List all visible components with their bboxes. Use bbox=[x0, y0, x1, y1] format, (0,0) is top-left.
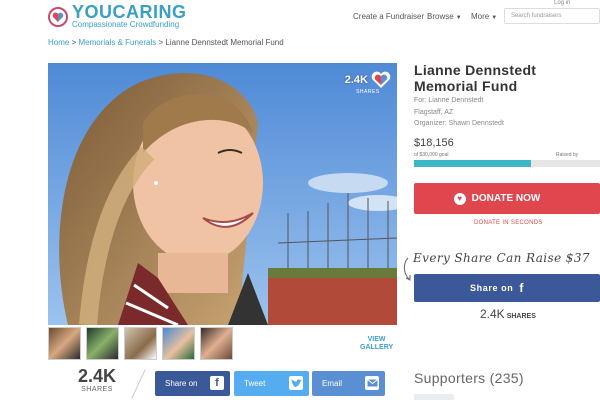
view-gallery-line1: VIEW bbox=[367, 336, 386, 343]
share-count-label: SHARES bbox=[81, 386, 113, 393]
site-logo[interactable]: YOUCARING Compassionate Crowdfunding bbox=[48, 2, 187, 30]
share-on-facebook-button[interactable]: Share on f bbox=[414, 274, 600, 302]
facebook-icon: f bbox=[210, 376, 224, 390]
search-input[interactable]: Search fundraisers bbox=[504, 8, 600, 24]
donate-now-button[interactable]: ♥ DONATE NOW bbox=[414, 183, 600, 214]
photo-share-badge: 2.4K SHARES bbox=[345, 71, 391, 95]
share-count-number: 2.4K bbox=[77, 366, 117, 386]
heart-logo-icon bbox=[48, 7, 68, 27]
fundraiser-title-line1: Lianne Dennstedt bbox=[414, 62, 537, 78]
nav-more-label: More bbox=[471, 12, 490, 21]
progress-fill bbox=[414, 160, 532, 167]
view-gallery-link[interactable]: VIEW GALLERY bbox=[360, 336, 393, 352]
gallery-thumbnail[interactable] bbox=[200, 327, 233, 360]
tweet-label: Tweet bbox=[244, 379, 266, 388]
gallery-thumbnail[interactable] bbox=[162, 327, 195, 360]
breadcrumb: Home > Memorials & Funerals > Lianne Den… bbox=[48, 38, 284, 47]
amount-raised: $18,156 bbox=[414, 137, 454, 149]
gallery-thumbnail[interactable] bbox=[86, 327, 119, 360]
location: Flagstaff, AZ bbox=[414, 109, 454, 116]
login-link[interactable]: Log in bbox=[554, 0, 570, 6]
raised-by-label: Raised by bbox=[556, 152, 579, 158]
facebook-icon: f bbox=[519, 281, 524, 295]
donate-note: DONATE IN SECONDS bbox=[474, 220, 543, 226]
email-share-button[interactable]: Email bbox=[312, 371, 385, 396]
nav-more[interactable]: More ▼ bbox=[471, 12, 497, 21]
email-share-label: Email bbox=[322, 379, 343, 388]
site-header: YOUCARING Compassionate Crowdfunding Cre… bbox=[0, 0, 600, 34]
twitter-icon bbox=[289, 376, 303, 390]
nav-browse[interactable]: Browse ▼ bbox=[427, 12, 462, 21]
supporters-tab[interactable] bbox=[414, 394, 454, 400]
heart-icon: ♥ bbox=[453, 192, 466, 205]
fundraiser-photo[interactable]: 2.4K SHARES bbox=[48, 63, 397, 325]
fundraiser-title-line2: Memorial Fund bbox=[414, 78, 518, 94]
chevron-down-icon: ▼ bbox=[455, 15, 462, 21]
view-gallery-line2: GALLERY bbox=[360, 344, 394, 351]
every-share-tagline: Every Share Can Raise $37 bbox=[413, 251, 590, 265]
shares-count-label: SHARES bbox=[506, 313, 536, 320]
heart-icon bbox=[371, 71, 391, 89]
nav-create-fundraiser[interactable]: Create a Fundraiser bbox=[353, 12, 424, 21]
chevron-down-icon: ▼ bbox=[491, 15, 498, 21]
gallery-thumbnail[interactable] bbox=[48, 327, 81, 360]
tweet-button[interactable]: Tweet bbox=[234, 371, 309, 396]
gallery-thumbnail[interactable] bbox=[124, 327, 157, 360]
organizer: Organizer: Shawn Dennstedt bbox=[414, 120, 504, 127]
donate-now-label: DONATE NOW bbox=[471, 193, 541, 204]
shares-count: 2.4K SHARES bbox=[480, 307, 536, 321]
breadcrumb-category[interactable]: Memorials & Funerals bbox=[78, 38, 156, 47]
gallery-thumbnails bbox=[48, 327, 233, 360]
breadcrumb-home[interactable]: Home bbox=[48, 38, 69, 47]
photo-share-count: 2.4K bbox=[344, 74, 368, 86]
progress-bar bbox=[414, 160, 600, 167]
share-facebook-button[interactable]: Share on f bbox=[155, 371, 230, 396]
shares-count-number: 2.4K bbox=[480, 307, 505, 321]
share-facebook-label: Share on bbox=[165, 379, 198, 388]
goal-amount: of $30,000 goal bbox=[414, 152, 449, 158]
divider bbox=[131, 369, 146, 399]
beneficiary: For: Lianne Dennstedt bbox=[414, 97, 484, 104]
photo-share-label: SHARES bbox=[356, 89, 380, 95]
share-count: 2.4K SHARES bbox=[70, 366, 124, 393]
logo-tagline: Compassionate Crowdfunding bbox=[72, 20, 180, 29]
fundraiser-title: Lianne Dennstedt Memorial Fund bbox=[414, 62, 536, 94]
supporters-heading: Supporters (235) bbox=[414, 370, 524, 386]
breadcrumb-current: Lianne Dennstedt Memorial Fund bbox=[165, 38, 284, 47]
share-on-label: Share on bbox=[470, 283, 514, 293]
nav-browse-label: Browse bbox=[427, 12, 454, 21]
envelope-icon bbox=[365, 376, 379, 390]
logo-name: YOUCARING bbox=[72, 2, 187, 22]
